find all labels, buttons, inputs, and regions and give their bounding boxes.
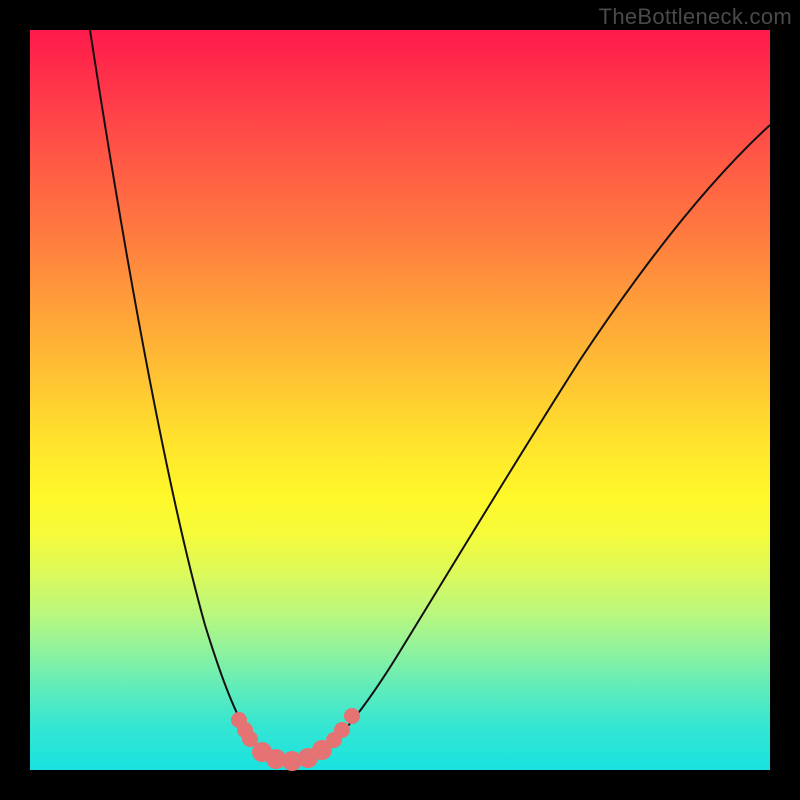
chart-canvas: TheBottleneck.com [0, 0, 800, 800]
bead-marker [344, 708, 360, 724]
watermark-text: TheBottleneck.com [599, 4, 792, 30]
beads-layer [30, 30, 770, 770]
plot-area [30, 30, 770, 770]
bead-marker [334, 722, 350, 738]
